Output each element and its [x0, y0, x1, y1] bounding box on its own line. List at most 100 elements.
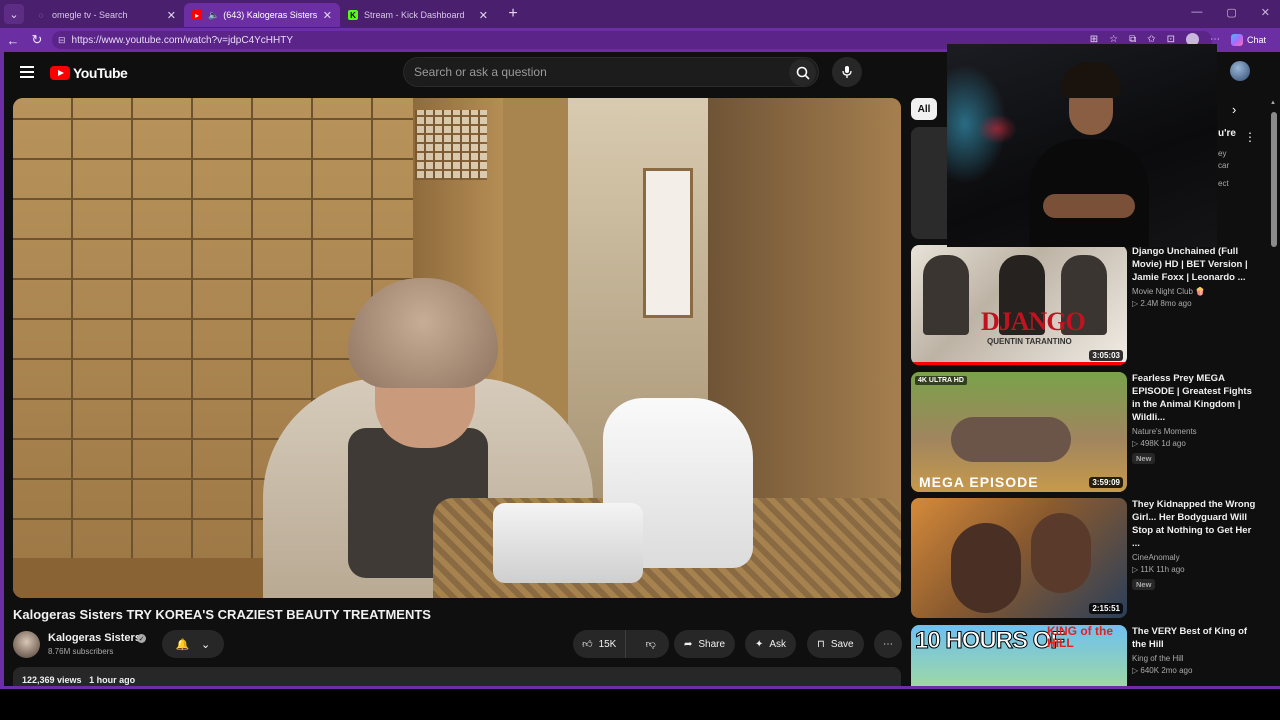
view-stats: 122,369 views 1 hour ago — [22, 675, 135, 685]
search-placeholder: Search or ask a question — [414, 65, 547, 79]
tab-omegle[interactable]: ◌ omegle tv - Search ✕ — [28, 3, 184, 27]
recommendation-channel[interactable]: King of the Hill — [1132, 654, 1256, 663]
save-label: Save — [830, 638, 854, 650]
play-icon: ▷ — [1132, 565, 1139, 574]
recommendation-title[interactable]: They Kidnapped the Wrong Girl... Her Bod… — [1132, 498, 1256, 550]
recommendation-item[interactable]: DJANGO QUENTIN TARANTINO 3:05:03 Django … — [911, 245, 1251, 365]
recommendation-title[interactable]: Fearless Prey MEGA EPISODE | Greatest Fi… — [1132, 372, 1256, 424]
watch-progress-bar — [911, 362, 1127, 365]
bookmark-icon: ⊓ — [817, 638, 825, 650]
search-icon — [796, 66, 810, 80]
partial-line: ect — [1218, 179, 1229, 188]
upload-age: 2mo ago — [1161, 666, 1193, 675]
recommendation-item[interactable]: 10 HOURS OF KING of the HILL The VERY Be… — [911, 625, 1251, 686]
sparkle-icon: ✦ — [755, 638, 764, 650]
partial-line: ey — [1218, 149, 1227, 158]
bell-icon: 🔔 — [175, 638, 190, 651]
new-badge: New — [1132, 453, 1156, 464]
view-count: 640K — [1140, 666, 1160, 675]
duration-badge: 3:05:03 — [1089, 350, 1123, 361]
more-vertical-icon[interactable]: ⋮ — [1244, 130, 1256, 144]
close-tab-icon[interactable]: ✕ — [167, 9, 176, 22]
close-tab-icon[interactable]: ✕ — [323, 9, 332, 22]
save-button[interactable]: ⊓ Save — [807, 630, 864, 658]
channel-name[interactable]: Kalogeras Sisters — [48, 632, 141, 644]
channel-avatar[interactable] — [13, 631, 40, 658]
recommendation-thumbnail[interactable]: DJANGO QUENTIN TARANTINO 3:05:03 — [911, 245, 1127, 365]
more-actions-button[interactable]: ⋯ — [874, 630, 902, 658]
recommendation-thumbnail[interactable]: 2:15:51 — [911, 498, 1127, 618]
copilot-chat-button[interactable]: Chat — [1230, 33, 1266, 46]
account-avatar[interactable] — [1230, 61, 1250, 81]
recommendation-info: The VERY Best of King of the Hill King o… — [1132, 625, 1256, 675]
view-count: 11K — [1140, 565, 1155, 574]
video-frame-lattice-bars — [415, 110, 487, 180]
recommendation-title[interactable]: Django Unchained (Full Movie) HD | BET V… — [1132, 245, 1256, 284]
youtube-logo[interactable]: YouTube — [50, 65, 128, 81]
partial-line: car — [1218, 161, 1230, 170]
recommendation-channel[interactable]: Movie Night Club 🍿 — [1132, 287, 1256, 296]
ask-button[interactable]: ✦ Ask — [745, 630, 797, 658]
chevron-right-icon[interactable]: › — [1232, 102, 1236, 117]
channel-row: Kalogeras Sisters ✓ 8.76M subscribers 🔔 … — [13, 630, 902, 660]
close-window-icon[interactable]: ✕ — [1261, 6, 1270, 19]
scrollbar-thumb[interactable] — [1271, 112, 1277, 247]
recommendation-title[interactable]: The VERY Best of King of the Hill — [1132, 625, 1256, 651]
notification-button[interactable]: 🔔 ⌄ — [162, 630, 224, 658]
search-input[interactable]: Search or ask a question — [403, 57, 819, 87]
menu-icon[interactable] — [20, 66, 34, 78]
webcam-person-arms — [1043, 194, 1135, 218]
speaker-icon[interactable]: 🔈 — [208, 10, 219, 21]
minimize-icon[interactable]: — — [1191, 6, 1202, 19]
back-arrow-icon[interactable]: ← — [2, 29, 24, 51]
view-count: 122,369 views — [22, 675, 82, 685]
tab-youtube[interactable]: ▸ 🔈 (643) Kalogeras Sisters TRY KOREA ✕ — [184, 3, 340, 27]
thumbnail-figure — [923, 255, 969, 335]
new-tab-icon[interactable]: + — [502, 3, 524, 25]
dislike-button[interactable]: 👎︎ — [632, 630, 669, 658]
close-tab-icon[interactable]: ✕ — [479, 9, 488, 22]
thumbnail-text: MEGA EPISODE — [919, 474, 1039, 490]
scroll-up-icon[interactable]: ▲ — [1270, 100, 1276, 106]
tab-kick[interactable]: K Stream - Kick Dashboard ✕ — [340, 3, 496, 27]
video-player[interactable] — [13, 98, 901, 598]
play-icon: ▷ — [1132, 299, 1139, 308]
chip-all[interactable]: All — [911, 98, 937, 120]
recommendation-item[interactable]: 4K ULTRA HD MEGA EPISODE 3:59:09 Fearles… — [911, 372, 1252, 492]
maximize-icon[interactable]: ▢ — [1226, 6, 1236, 19]
recommendation-channel[interactable]: Nature's Moments — [1132, 427, 1256, 436]
page-scrollbar[interactable]: ▲ — [1270, 100, 1278, 686]
site-info-icon[interactable]: ⊟ — [58, 35, 66, 46]
search-button[interactable] — [789, 59, 816, 86]
youtube-play-icon — [50, 66, 70, 80]
search-favicon-icon: ◌ — [38, 10, 44, 20]
verified-check-icon: ✓ — [137, 634, 146, 643]
recommendation-meta: ▷ 2.4M 8mo ago — [1132, 299, 1256, 308]
recommendation-meta: ▷ 498K 1d ago — [1132, 439, 1256, 448]
share-arrow-icon: ➦ — [684, 638, 693, 650]
chat-label: Chat — [1246, 34, 1266, 45]
url-text: https://www.youtube.com/watch?v=jdpC4YcH… — [71, 34, 294, 46]
thumbnail-tag: 4K ULTRA HD — [915, 376, 967, 385]
video-frame-box — [493, 503, 643, 583]
view-count: 498K — [1140, 439, 1160, 448]
duration-badge: 2:15:51 — [1089, 603, 1123, 614]
description-box[interactable]: 122,369 views 1 hour ago — [13, 667, 901, 686]
thumbnail-animal — [951, 417, 1071, 462]
webcam-person-torso — [1029, 139, 1149, 247]
window-controls: — ▢ ✕ — [1191, 6, 1270, 19]
chevron-down-icon: ⌄ — [201, 638, 211, 651]
tab-title: Stream - Kick Dashboard — [364, 10, 465, 20]
upload-age: 8mo ago — [1160, 299, 1192, 308]
recommendation-thumbnail[interactable]: 4K ULTRA HD MEGA EPISODE 3:59:09 — [911, 372, 1127, 492]
tab-actions-menu-icon[interactable]: ⌄ — [4, 4, 24, 24]
refresh-icon[interactable]: ↻ — [26, 29, 48, 51]
recommendation-item[interactable]: 2:15:51 They Kidnapped the Wrong Girl...… — [911, 498, 1255, 618]
logo-text: YouTube — [73, 65, 128, 81]
share-button[interactable]: ➦ Share — [674, 630, 736, 658]
ask-label: Ask — [769, 638, 787, 650]
voice-search-button[interactable] — [832, 57, 862, 87]
recommendation-thumbnail[interactable]: 10 HOURS OF KING of the HILL — [911, 625, 1127, 686]
recommendation-channel[interactable]: CineAnomaly — [1132, 553, 1256, 562]
like-button[interactable]: 👍︎ 15K — [573, 630, 627, 658]
